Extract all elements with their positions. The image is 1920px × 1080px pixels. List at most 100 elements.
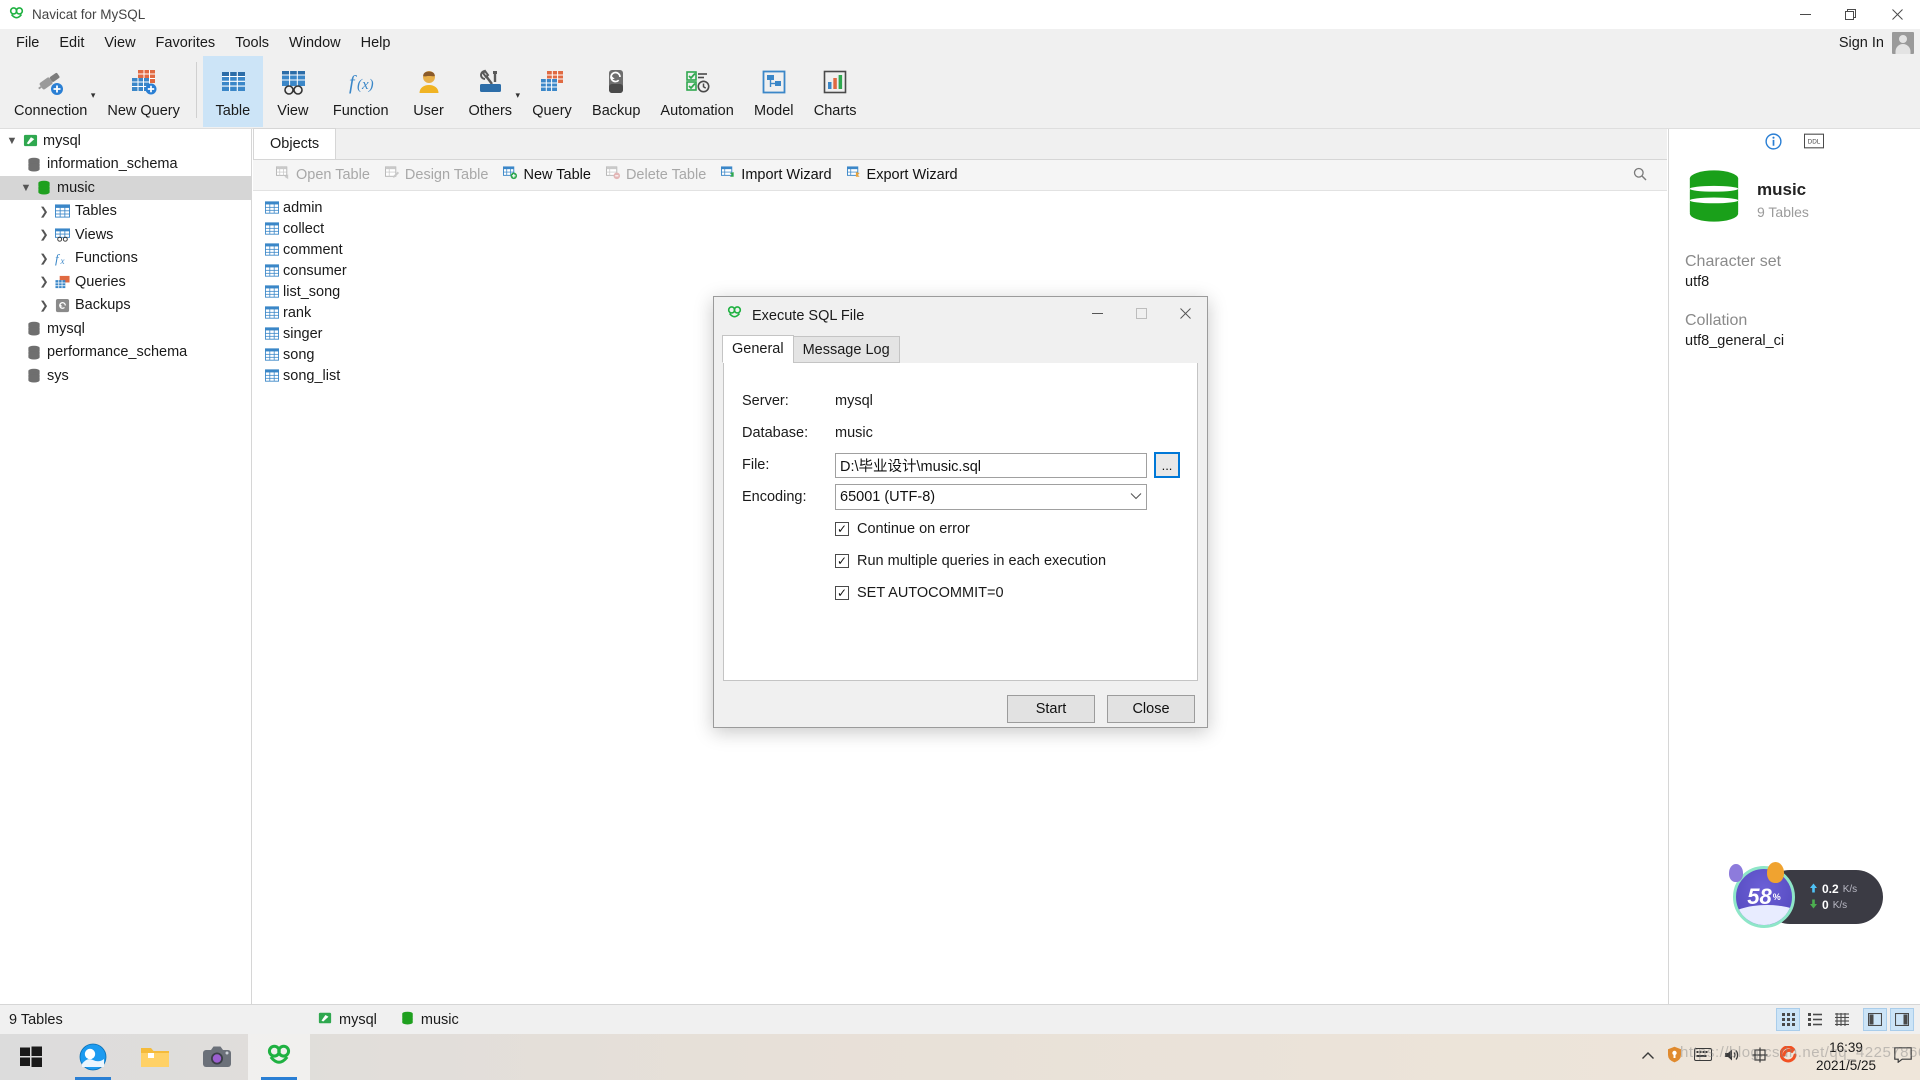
- chevron-right-icon[interactable]: ❯: [36, 252, 52, 265]
- chevron-right-icon[interactable]: ❯: [36, 228, 52, 241]
- set-autocommit-row[interactable]: ✓ SET AUTOCOMMIT=0: [724, 577, 1197, 609]
- sidebar-item-sys[interactable]: sys: [0, 364, 251, 388]
- list-item[interactable]: collect: [261, 218, 1667, 239]
- toolbar-button-charts[interactable]: Charts: [804, 56, 867, 127]
- menu-window[interactable]: Window: [279, 32, 351, 54]
- menu-favorites[interactable]: Favorites: [146, 32, 226, 54]
- window-close-button[interactable]: [1874, 0, 1920, 29]
- new-table-button[interactable]: New Table: [498, 164, 595, 186]
- chevron-down-icon[interactable]: ▾: [91, 90, 96, 101]
- list-item[interactable]: consumer: [261, 260, 1667, 281]
- toolbar-button-automation[interactable]: Automation: [650, 56, 743, 127]
- tab-objects[interactable]: Objects: [253, 128, 337, 159]
- toolbar-button-view[interactable]: View: [263, 56, 323, 127]
- toolbar-button-new-query[interactable]: New Query: [97, 56, 190, 127]
- dialog-maximize-button[interactable]: [1119, 297, 1163, 329]
- open-table-button[interactable]: Open Table: [271, 164, 375, 186]
- chevron-down-icon[interactable]: ▼: [4, 135, 20, 147]
- toolbar-button-table[interactable]: Table: [202, 56, 263, 127]
- sidebar-item-tables[interactable]: ❯ Tables: [0, 200, 251, 224]
- dialog-close-button[interactable]: [1163, 297, 1207, 329]
- sidebar-item-functions[interactable]: ❯ fx Functions: [0, 247, 251, 271]
- sidebar-item-performance-schema[interactable]: performance_schema: [0, 341, 251, 365]
- menu-file[interactable]: File: [6, 32, 49, 54]
- chevron-right-icon[interactable]: ❯: [36, 299, 52, 312]
- sidebar-item-views[interactable]: ❯ Views: [0, 223, 251, 247]
- database-green-icon: [34, 180, 54, 195]
- export-wizard-button[interactable]: Export Wizard: [842, 164, 963, 186]
- menu-help[interactable]: Help: [351, 32, 401, 54]
- signin-link[interactable]: Sign In: [1839, 35, 1884, 51]
- menu-view[interactable]: View: [94, 32, 145, 54]
- chevron-right-icon[interactable]: ❯: [36, 275, 52, 288]
- database-tree-sidebar[interactable]: ▼ mysql information_schema ▼ music ❯ Tab…: [0, 129, 252, 1004]
- left-panel-toggle-icon[interactable]: [1863, 1008, 1887, 1031]
- list-item[interactable]: comment: [261, 239, 1667, 260]
- windows-start-icon[interactable]: [0, 1034, 62, 1080]
- sidebar-item-backups[interactable]: ❯ Backups: [0, 294, 251, 318]
- search-icon[interactable]: [1633, 167, 1647, 186]
- navicat-logo-icon: [726, 305, 743, 327]
- right-panel-toggle-icon[interactable]: [1890, 1008, 1914, 1031]
- toolbar-button-query[interactable]: Query: [522, 56, 582, 127]
- continue-on-error-row[interactable]: ✓ Continue on error: [724, 513, 1197, 545]
- status-chip-music[interactable]: music: [393, 1011, 467, 1029]
- tab-message-log[interactable]: Message Log: [792, 336, 900, 363]
- chevron-down-icon[interactable]: ▾: [516, 90, 521, 101]
- toolbar-button-others[interactable]: Others ▾: [459, 56, 523, 127]
- info-icon[interactable]: [1765, 132, 1782, 155]
- browser-icon[interactable]: [62, 1034, 124, 1080]
- chevron-down-icon[interactable]: ▼: [18, 182, 34, 194]
- toolbar-button-function[interactable]: f (x) Function: [323, 56, 399, 127]
- encoding-select[interactable]: 65001 (UTF-8): [835, 484, 1147, 510]
- database-green-icon: [1685, 168, 1743, 231]
- camera-icon[interactable]: [186, 1034, 248, 1080]
- menu-edit[interactable]: Edit: [49, 32, 94, 54]
- sidebar-item-mysql-db[interactable]: mysql: [0, 317, 251, 341]
- close-button[interactable]: Close: [1107, 695, 1195, 723]
- navicat-icon[interactable]: [248, 1034, 310, 1080]
- import-wizard-button[interactable]: Import Wizard: [716, 164, 836, 186]
- chevron-up-icon[interactable]: [1641, 1048, 1655, 1066]
- new-table-label: New Table: [523, 167, 591, 183]
- file-explorer-icon[interactable]: [124, 1034, 186, 1080]
- status-chip-mysql[interactable]: mysql: [310, 1011, 385, 1029]
- run-multiple-queries-checkbox[interactable]: ✓: [835, 554, 849, 568]
- toolbar-label-connection: Connection: [14, 103, 88, 119]
- tab-general[interactable]: General: [722, 335, 794, 363]
- sidebar-item-music[interactable]: ▼ music: [0, 176, 251, 200]
- window-minimize-button[interactable]: [1782, 0, 1828, 29]
- browse-file-button[interactable]: ...: [1154, 452, 1180, 478]
- window-restore-button[interactable]: [1828, 0, 1874, 29]
- start-button[interactable]: Start: [1007, 695, 1095, 723]
- sidebar-item-queries[interactable]: ❯ Queries: [0, 270, 251, 294]
- toolbar-button-user[interactable]: User: [399, 56, 459, 127]
- delete-table-button[interactable]: Delete Table: [601, 164, 711, 186]
- toolbar-button-connection[interactable]: Connection ▾: [4, 56, 97, 127]
- encoding-value: 65001 (UTF-8): [840, 489, 936, 505]
- ddl-icon[interactable]: DDL: [1803, 133, 1825, 154]
- menu-tools[interactable]: Tools: [225, 32, 279, 54]
- chevron-right-icon[interactable]: ❯: [36, 205, 52, 218]
- list-view-icon[interactable]: [1803, 1008, 1827, 1031]
- grid-view-icon[interactable]: [1776, 1008, 1800, 1031]
- run-multiple-queries-row[interactable]: ✓ Run multiple queries in each execution: [724, 545, 1197, 577]
- design-table-button[interactable]: Design Table: [380, 164, 494, 186]
- sidebar-item-information-schema[interactable]: information_schema: [0, 153, 251, 177]
- info-collation-value: utf8_general_ci: [1685, 333, 1785, 349]
- toolbar-button-model[interactable]: Model: [744, 56, 804, 127]
- sidebar-item-mysql-connection[interactable]: ▼ mysql: [0, 129, 251, 153]
- detail-view-icon[interactable]: [1830, 1008, 1854, 1031]
- database-icon: [24, 368, 44, 383]
- avatar[interactable]: [1892, 31, 1914, 54]
- set-autocommit-checkbox[interactable]: ✓: [835, 586, 849, 600]
- continue-on-error-checkbox[interactable]: ✓: [835, 522, 849, 536]
- dialog-minimize-button[interactable]: [1075, 297, 1119, 329]
- list-item[interactable]: admin: [261, 197, 1667, 218]
- objects-tabstrip: Objects: [253, 128, 1667, 160]
- toolbar-button-backup[interactable]: Backup: [582, 56, 650, 127]
- file-path-input[interactable]: [835, 452, 1147, 478]
- dialog-general-panel: Server: mysql Database: music File: ... …: [723, 363, 1198, 681]
- network-speed-widget[interactable]: 0.2 K/s 0 K/s 58%: [1727, 862, 1887, 930]
- table-icon: [265, 327, 279, 340]
